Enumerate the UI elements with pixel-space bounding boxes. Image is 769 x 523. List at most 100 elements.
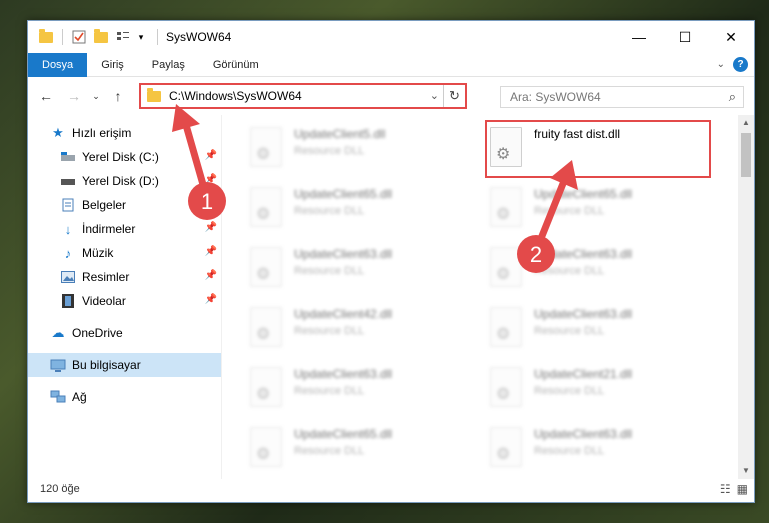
pin-icon[interactable]: 📌 xyxy=(205,294,217,305)
computer-icon xyxy=(50,357,66,373)
file-item[interactable]: ⚙ UpdateClient65.dll Resource DLL xyxy=(250,183,470,235)
file-item[interactable]: ⚙ UpdateClient63.dll Resource DLL xyxy=(250,243,470,295)
search-input[interactable]: Ara: SysWOW64 ⌕ xyxy=(500,86,744,108)
minimize-button[interactable]: — xyxy=(616,21,662,53)
tab-paylas[interactable]: Paylaş xyxy=(138,53,199,77)
back-arrow-icon[interactable]: ← xyxy=(36,88,56,104)
properties-icon[interactable] xyxy=(71,29,87,45)
sidebar-item-label: OneDrive xyxy=(72,326,123,340)
sidebar-item-local-disk-d[interactable]: Yerel Disk (D:) 📌 xyxy=(28,169,221,193)
sidebar-item-label: Yerel Disk (D:) xyxy=(82,174,159,188)
download-arrow-icon: ↓ xyxy=(64,221,72,237)
sidebar-item-music[interactable]: ♪ Müzik 📌 xyxy=(28,241,221,265)
tab-dosya[interactable]: Dosya xyxy=(28,52,88,77)
film-icon xyxy=(60,293,76,309)
sidebar-item-label: Yerel Disk (C:) xyxy=(82,150,159,164)
file-item[interactable]: ⚙ UpdateClient5.dll Resource DLL xyxy=(250,123,470,175)
window-title: SysWOW64 xyxy=(166,30,232,44)
pin-icon[interactable]: 📌 xyxy=(205,198,217,209)
file-name: UpdateClient63.dll xyxy=(534,307,633,321)
dropdown-arrow-icon[interactable]: ▾ xyxy=(133,29,149,45)
sidebar-item-quick-access[interactable]: ★ Hızlı erişim xyxy=(28,121,221,145)
tab-gorunum[interactable]: Görünüm xyxy=(199,53,273,77)
scrollbar-thumb[interactable] xyxy=(741,133,751,177)
sidebar-item-local-disk-c[interactable]: Yerel Disk (C:) 📌 xyxy=(28,145,221,169)
details-view-icon[interactable]: ☷ xyxy=(720,482,731,496)
maximize-button[interactable]: ☐ xyxy=(662,21,708,53)
highlight-box xyxy=(485,120,711,178)
dll-file-icon: ⚙ xyxy=(250,367,282,407)
sidebar-item-label: Müzik xyxy=(82,246,114,260)
sidebar-item-videos[interactable]: Videolar 📌 xyxy=(28,289,221,313)
sidebar-item-label: Resimler xyxy=(82,270,130,284)
file-type: Resource DLL xyxy=(294,325,365,337)
folder-icon xyxy=(38,28,54,45)
refresh-icon[interactable]: ↻ xyxy=(443,85,465,107)
sidebar-item-label: İndirmeler xyxy=(82,222,136,236)
dll-file-icon: ⚙ xyxy=(490,307,522,347)
file-item[interactable]: ⚙ UpdateClient63.dll Resource DLL xyxy=(250,363,470,415)
file-type: Resource DLL xyxy=(294,445,365,457)
pin-icon[interactable]: 📌 xyxy=(205,174,217,185)
address-bar[interactable]: C:\Windows\SysWOW64 ⌄ ↻ xyxy=(139,83,467,109)
sidebar-item-documents[interactable]: Belgeler 📌 xyxy=(28,193,221,217)
sidebar-item-downloads[interactable]: ↓ İndirmeler 📌 xyxy=(28,217,221,241)
pin-icon[interactable]: 📌 xyxy=(205,270,217,281)
file-name: UpdateClient65.dll xyxy=(294,427,393,441)
sidebar-item-label: Videolar xyxy=(82,294,126,308)
dll-file-icon: ⚙ xyxy=(250,247,282,287)
sidebar-item-label: Bu bilgisayar xyxy=(72,358,141,372)
file-item[interactable]: ⚙ UpdateClient42.dll Resource DLL xyxy=(250,303,470,355)
pin-icon[interactable]: 📌 xyxy=(205,222,217,233)
address-row: ← → ⌄ ↑ C:\Windows\SysWOW64 ⌄ ↻ Ara: Sys… xyxy=(28,77,754,115)
new-folder-icon[interactable] xyxy=(93,28,109,45)
close-button[interactable]: ✕ xyxy=(708,21,754,53)
file-type: Resource DLL xyxy=(534,325,605,337)
dll-file-icon: ⚙ xyxy=(490,187,522,227)
large-icons-view-icon[interactable]: ▦ xyxy=(737,482,748,496)
file-item[interactable]: ⚙ UpdateClient63.dll Resource DLL xyxy=(490,243,710,295)
file-explorer-window: ▾ SysWOW64 — ☐ ✕ Dosya Giriş Paylaş Görü… xyxy=(27,20,755,503)
file-name: UpdateClient21.dll xyxy=(534,367,633,381)
dll-file-icon: ⚙ xyxy=(490,427,522,467)
main-area: ★ Hızlı erişim Yerel Disk (C:) 📌 Yerel D… xyxy=(28,115,754,479)
file-type: Resource DLL xyxy=(534,445,605,457)
network-icon xyxy=(50,389,66,405)
chevron-down-icon[interactable]: ⌄ xyxy=(717,59,725,70)
pin-icon[interactable]: 📌 xyxy=(205,246,217,257)
scroll-up-icon[interactable]: ▲ xyxy=(738,115,754,131)
file-item[interactable]: ⚙ UpdateClient21.dll Resource DLL xyxy=(490,363,710,415)
sidebar-item-pictures[interactable]: Resimler 📌 xyxy=(28,265,221,289)
dll-file-icon: ⚙ xyxy=(490,247,522,287)
forward-arrow-icon[interactable]: → xyxy=(64,88,84,104)
music-note-icon: ♪ xyxy=(64,245,72,261)
file-item[interactable]: ⚙ UpdateClient65.dll Resource DLL xyxy=(250,423,470,475)
sidebar-item-this-pc[interactable]: Bu bilgisayar xyxy=(28,353,221,377)
search-icon[interactable]: ⌕ xyxy=(729,89,736,105)
file-item[interactable]: ⚙ UpdateClient65.dll Resource DLL xyxy=(490,183,710,235)
customize-toolbar-icon[interactable] xyxy=(115,29,131,45)
up-arrow-icon[interactable]: ↑ xyxy=(108,88,128,104)
file-name: UpdateClient63.dll xyxy=(294,247,393,261)
vertical-scrollbar[interactable]: ▲ ▼ xyxy=(738,115,754,479)
tab-giris[interactable]: Giriş xyxy=(87,53,138,77)
search-placeholder: Ara: SysWOW64 xyxy=(510,90,601,104)
sidebar-item-onedrive[interactable]: ☁ OneDrive xyxy=(28,321,221,345)
navigation-pane: ★ Hızlı erişim Yerel Disk (C:) 📌 Yerel D… xyxy=(28,115,222,479)
file-type: Resource DLL xyxy=(534,385,605,397)
file-item[interactable]: ⚙ UpdateClient63.dll Resource DLL xyxy=(490,423,710,475)
pin-icon[interactable]: 📌 xyxy=(205,150,217,161)
help-icon[interactable]: ? xyxy=(733,57,748,72)
file-name: UpdateClient5.dll xyxy=(294,127,386,141)
window-controls: — ☐ ✕ xyxy=(616,21,754,53)
address-path[interactable]: C:\Windows\SysWOW64 xyxy=(169,89,302,103)
file-type: Resource DLL xyxy=(294,145,365,157)
documents-icon xyxy=(60,197,76,213)
divider xyxy=(62,29,63,45)
sidebar-item-network[interactable]: Ağ xyxy=(28,385,221,409)
recent-locations-icon[interactable]: ⌄ xyxy=(86,91,106,102)
view-buttons: ☷ ▦ xyxy=(720,482,748,496)
file-list: ⚙ fruity fast dist.dll ⚙ UpdateClient5.d… xyxy=(222,115,738,479)
file-item[interactable]: ⚙ UpdateClient63.dll Resource DLL xyxy=(490,303,710,355)
chevron-down-icon[interactable]: ⌄ xyxy=(430,89,439,102)
